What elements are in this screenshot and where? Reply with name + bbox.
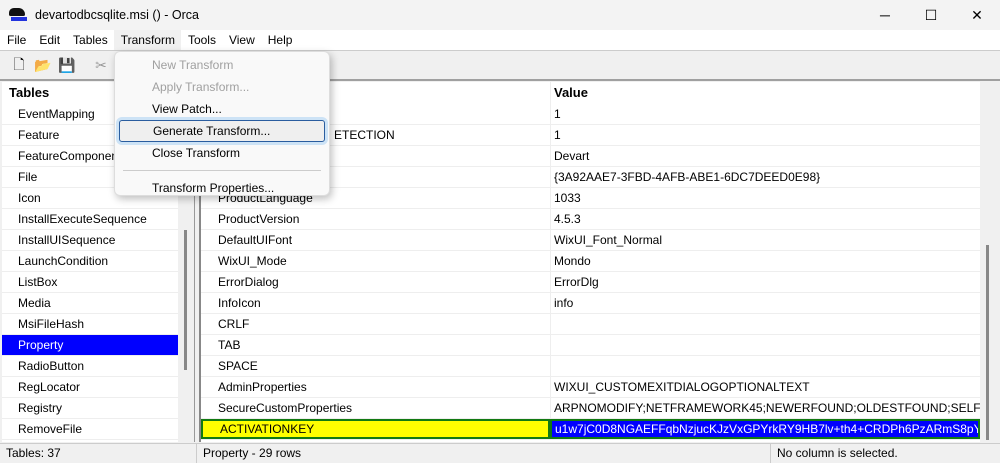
table-row[interactable]: InfoIcon info xyxy=(201,293,980,314)
menu-help[interactable]: Help xyxy=(261,30,299,50)
menu-transform[interactable]: Transform xyxy=(113,30,181,50)
table-list-item[interactable]: InstallUISequence xyxy=(2,230,178,251)
menu-item-view-patch[interactable]: View Patch... xyxy=(115,98,329,120)
menu-view[interactable]: View xyxy=(222,30,261,50)
table-list-item[interactable]: Registry xyxy=(2,398,178,419)
property-value-cell[interactable]: {3A92AAE7-3FBD-4AFB-ABE1-6DC7DEED0E98} xyxy=(550,167,980,187)
property-name-cell[interactable]: ErrorDialog xyxy=(201,272,550,292)
property-value-cell[interactable]: WixUI_Font_Normal xyxy=(550,230,980,250)
table-list-item[interactable]: Media xyxy=(2,293,178,314)
property-value-cell[interactable]: 4.5.3 xyxy=(550,209,980,229)
orca-app-icon xyxy=(9,8,27,22)
property-name-cell[interactable]: ACTIVATIONKEY xyxy=(201,419,550,439)
table-row[interactable]: CRLF xyxy=(201,314,980,335)
minimize-button[interactable]: ─ xyxy=(862,0,908,30)
property-value-cell[interactable]: u1w7jC0D8NGAEFFqbNzjucKJzVxGPYrkRY9HB7lv… xyxy=(550,419,980,439)
property-name-cell[interactable]: TAB xyxy=(201,335,550,355)
cut-icon[interactable]: ✂ xyxy=(92,57,110,75)
property-value-cell[interactable]: WIXUI_CUSTOMEXITDIALOGOPTIONALTEXT xyxy=(550,377,980,397)
property-name-cell[interactable]: CRLF xyxy=(201,314,550,334)
property-value-cell[interactable]: info xyxy=(550,293,980,313)
menu-separator xyxy=(123,170,321,171)
maximize-button[interactable]: ☐ xyxy=(908,0,954,30)
property-name-cell[interactable]: AdminProperties xyxy=(201,377,550,397)
table-row[interactable]: AdminProperties WIXUI_CUSTOMEXITDIALOGOPT… xyxy=(201,377,980,398)
menu-file[interactable]: File xyxy=(0,30,32,50)
property-value-cell[interactable] xyxy=(550,335,980,355)
column-header-value[interactable]: Value xyxy=(550,82,980,104)
property-name-cell[interactable]: SPACE xyxy=(201,356,550,376)
menu-item-generate-transform[interactable]: Generate Transform... xyxy=(119,120,325,142)
table-list-item[interactable]: LaunchCondition xyxy=(2,251,178,272)
grid-scroll-thumb[interactable] xyxy=(986,245,989,440)
menu-item-apply-transform[interactable]: Apply Transform... xyxy=(115,76,329,98)
table-row[interactable]: DefaultUIFont WixUI_Font_Normal xyxy=(201,230,980,251)
table-list-item[interactable]: RadioButton xyxy=(2,356,178,377)
menu-edit[interactable]: Edit xyxy=(32,30,66,50)
property-value-cell[interactable] xyxy=(550,314,980,334)
menu-tools[interactable]: Tools xyxy=(181,30,222,50)
property-value-cell[interactable]: ErrorDlg xyxy=(550,272,980,292)
title-bar: devartodbcsqlite.msi () - Orca ─ ☐ ✕ xyxy=(0,0,1000,30)
open-folder-icon[interactable]: 📂 xyxy=(34,57,52,75)
table-row[interactable]: ErrorDialog ErrorDlg xyxy=(201,272,980,293)
property-name-cell[interactable]: WixUI_Mode xyxy=(201,251,550,271)
property-value-cell[interactable]: 1033 xyxy=(550,188,980,208)
menu-item-new-transform[interactable]: New Transform xyxy=(115,54,329,76)
property-value-cell[interactable]: 1 xyxy=(550,125,980,145)
table-list-item[interactable]: MsiFileHash xyxy=(2,314,178,335)
table-list-item[interactable]: ListBox xyxy=(2,272,178,293)
status-column: No column is selected. xyxy=(777,446,898,460)
table-list-item[interactable]: Property xyxy=(2,335,178,356)
menu-item-transform-properties[interactable]: Transform Properties... xyxy=(115,177,329,199)
table-row[interactable]: ACTIVATIONKEY u1w7jC0D8NGAEFFqbNzjucKJzVx… xyxy=(201,419,980,440)
property-name-cell[interactable]: InfoIcon xyxy=(201,293,550,313)
table-row[interactable]: WixUI_Mode Mondo xyxy=(201,251,980,272)
table-list-item[interactable]: InstallExecuteSequence xyxy=(2,209,178,230)
window-title: devartodbcsqlite.msi () - Orca xyxy=(35,8,199,22)
property-value-cell[interactable]: 1 xyxy=(550,104,980,124)
menu-bar: File Edit Tables Transform Tools View He… xyxy=(0,30,1000,51)
save-icon[interactable]: 💾 xyxy=(58,57,76,75)
property-value-cell[interactable]: Mondo xyxy=(550,251,980,271)
property-value-cell[interactable]: Devart xyxy=(550,146,980,166)
table-row[interactable]: ProductVersion 4.5.3 xyxy=(201,209,980,230)
property-value-cell[interactable]: ARPNOMODIFY;NETFRAMEWORK45;NEWERFOUND;OL… xyxy=(550,398,980,418)
close-button[interactable]: ✕ xyxy=(954,0,1000,30)
table-list-item[interactable]: RemoveFile xyxy=(2,419,178,440)
status-table-count: Tables: 37 xyxy=(0,444,197,463)
table-row[interactable]: SecureCustomProperties ARPNOMODIFY;NETFRA… xyxy=(201,398,980,419)
table-row[interactable]: TAB xyxy=(201,335,980,356)
property-value-cell[interactable] xyxy=(550,356,980,376)
table-list-item[interactable]: RegLocator xyxy=(2,377,178,398)
transform-menu-dropdown: New Transform Apply Transform... View Pa… xyxy=(114,51,330,196)
new-file-icon[interactable]: 🗋 xyxy=(10,56,28,75)
menu-tables[interactable]: Tables xyxy=(66,30,114,50)
menu-item-close-transform[interactable]: Close Transform xyxy=(115,142,329,164)
status-row-count: Property - 29 rows xyxy=(197,444,771,463)
property-name-cell[interactable]: SecureCustomProperties xyxy=(201,398,550,418)
tables-scroll-thumb[interactable] xyxy=(184,230,187,370)
table-row[interactable]: SPACE xyxy=(201,356,980,377)
property-name-cell[interactable]: DefaultUIFont xyxy=(201,230,550,250)
status-bar: Tables: 37 Property - 29 rows No column … xyxy=(0,443,1000,463)
property-name-cell[interactable]: ProductVersion xyxy=(201,209,550,229)
grid-scrollbar[interactable] xyxy=(980,82,996,442)
